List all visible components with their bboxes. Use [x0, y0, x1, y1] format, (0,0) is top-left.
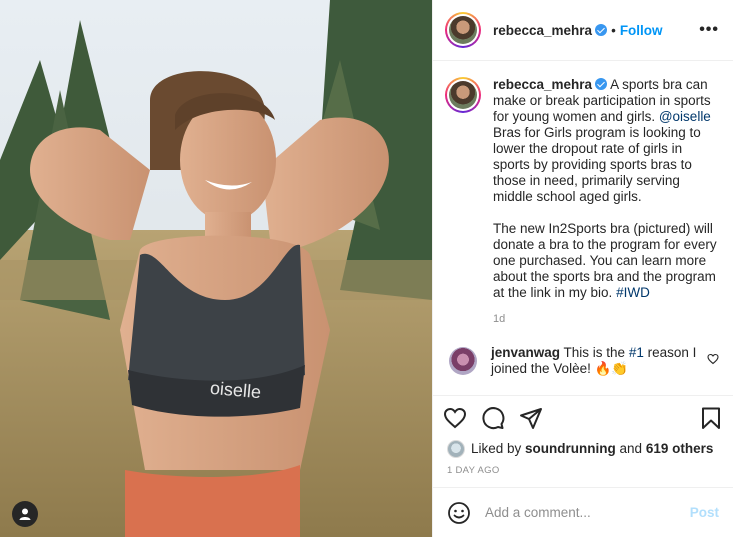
- more-options-button[interactable]: •••: [699, 21, 719, 39]
- caption-username[interactable]: rebecca_mehra: [493, 77, 592, 92]
- heart-icon: [707, 353, 719, 365]
- comment-row: jenvanwag This is the #1 reason I joined…: [445, 345, 719, 377]
- like-button[interactable]: [443, 406, 467, 430]
- post-media[interactable]: oiselle: [0, 0, 432, 537]
- caption-avatar[interactable]: [445, 77, 481, 113]
- post-photo: oiselle: [0, 0, 432, 537]
- likes-summary: Liked by soundrunning and 619 others: [433, 439, 733, 459]
- likes-prefix: Liked by: [471, 441, 526, 456]
- comment-hashtag-link[interactable]: #1: [629, 345, 644, 360]
- commenter-username[interactable]: jenvanwag: [491, 345, 560, 360]
- heart-icon: [443, 407, 467, 428]
- paper-plane-icon: [520, 407, 542, 429]
- add-comment-bar: Add a comment... Post: [433, 487, 733, 537]
- caption-row: rebecca_mehra A sports bra can make or b…: [445, 77, 719, 325]
- likes-middle: and: [615, 441, 646, 456]
- smiley-icon: [448, 501, 470, 524]
- liker-avatar[interactable]: [447, 440, 465, 458]
- save-button[interactable]: [699, 406, 723, 430]
- liker-username[interactable]: soundrunning: [525, 441, 616, 456]
- caption-paragraph-2: The new In2Sports bra (pictured) will do…: [493, 221, 717, 300]
- comment-button[interactable]: [481, 406, 505, 430]
- post-caption: rebecca_mehra A sports bra can make or b…: [493, 77, 719, 301]
- comments-area[interactable]: rebecca_mehra A sports bra can make or b…: [433, 61, 733, 395]
- comment-input[interactable]: Add a comment...: [485, 505, 690, 520]
- comment-bubble-icon: [482, 406, 505, 429]
- post-header: rebecca_mehra • Follow •••: [433, 0, 733, 61]
- emoji-button[interactable]: [447, 501, 471, 525]
- tag-user-button[interactable]: [12, 501, 38, 527]
- header-separator: •: [611, 22, 616, 38]
- verified-badge-icon: [595, 78, 608, 90]
- follow-button[interactable]: Follow: [620, 23, 663, 38]
- action-bar: [433, 395, 733, 439]
- post-comment-button[interactable]: Post: [690, 505, 719, 520]
- bookmark-icon: [702, 407, 720, 429]
- mention-link[interactable]: @oiselle: [659, 109, 711, 124]
- instagram-post: oiselle rebecca_mehra • Follow ••• rebec…: [0, 0, 733, 537]
- post-date[interactable]: 1 DAY AGO: [433, 459, 733, 487]
- caption-timestamp[interactable]: 1d: [493, 313, 719, 325]
- verified-badge-icon: [595, 24, 608, 36]
- share-button[interactable]: [519, 406, 543, 430]
- caption-text-2: Bras for Girls program is looking to low…: [493, 125, 701, 204]
- likes-others-link[interactable]: 619 others: [646, 441, 714, 456]
- hashtag-link[interactable]: #IWD: [616, 285, 650, 300]
- post-side-panel: rebecca_mehra • Follow ••• rebecca_mehra…: [432, 0, 733, 537]
- commenter-avatar[interactable]: [449, 347, 477, 375]
- comment-like-button[interactable]: [707, 353, 719, 368]
- author-username[interactable]: rebecca_mehra: [493, 23, 592, 38]
- comment-text: jenvanwag This is the #1 reason I joined…: [491, 345, 707, 377]
- user-tag-icon: [19, 508, 31, 520]
- author-avatar[interactable]: [445, 12, 481, 48]
- comment-text-1: This is the: [563, 345, 629, 360]
